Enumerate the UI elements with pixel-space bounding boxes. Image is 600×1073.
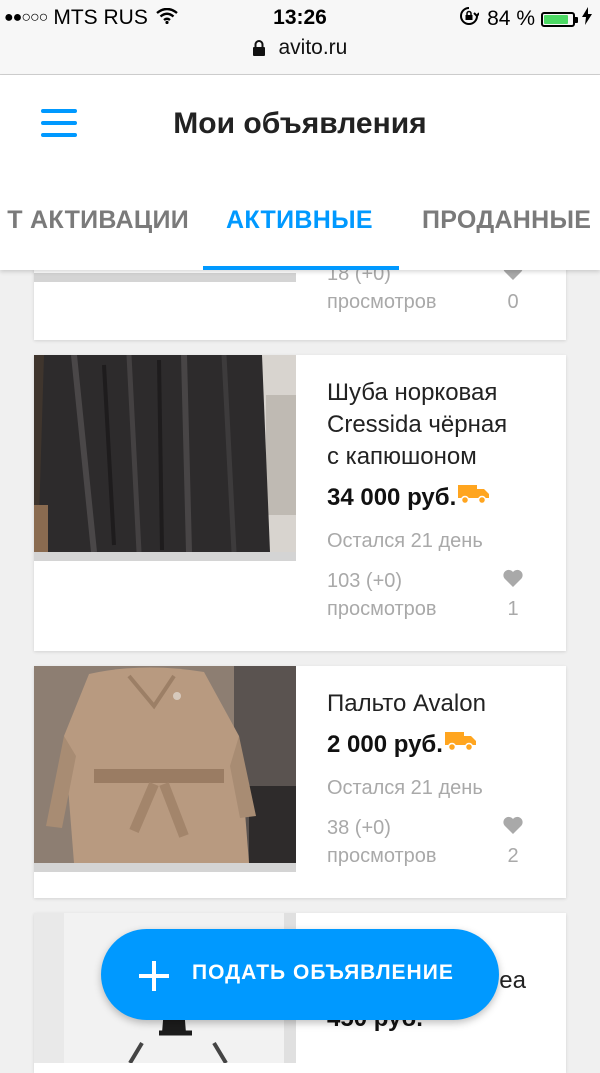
status-right: 84 % [459, 6, 592, 32]
favorites: 2 [500, 814, 526, 870]
charging-icon [582, 7, 592, 31]
delivery-truck-icon [444, 730, 477, 759]
add-listing-button[interactable]: ПОДАТЬ ОБЪЯВЛЕНИЕ [101, 929, 499, 1020]
tab-active[interactable]: АКТИВНЫЕ [226, 206, 373, 235]
listing-title[interactable]: Пальто Avalon [327, 688, 556, 720]
listing-remaining-days: Остался 21 день [327, 777, 483, 799]
listing-stats: 38 (+0) просмотров 2 [327, 814, 556, 870]
battery-icon [541, 11, 578, 27]
favorites-count: 0 [507, 291, 519, 313]
url-text: avito.ru [278, 36, 348, 59]
listing-card[interactable]: Шуба норковая Cressida чёрная с капюшоно… [34, 355, 566, 651]
delivery-truck-icon [458, 483, 490, 512]
listing-photo[interactable] [34, 666, 296, 863]
tab-sold[interactable]: ПРОДАННЫЕ [422, 206, 591, 235]
listing-price: 2 000 руб. [327, 730, 556, 759]
battery-percent: 84 % [487, 7, 535, 30]
tab-awaiting-activation[interactable]: Т АКТИВАЦИИ [7, 206, 189, 235]
status-bar: ●●○○○ MTS RUS 13:26 84 % [0, 0, 600, 36]
heart-icon [500, 814, 526, 836]
listing-price: 34 000 руб. [327, 483, 556, 512]
heart-icon [500, 567, 526, 589]
app-header: Мои объявления Т АКТИВАЦИИ АКТИВНЫЕ ПРОД… [0, 75, 600, 270]
plus-icon [139, 961, 169, 991]
listing-photo[interactable] [34, 355, 296, 552]
listing-card[interactable]: Пальто Avalon 2 000 руб. Остался 21 день… [34, 666, 566, 898]
listing-title[interactable]: Шуба норковая Cressida чёрная с капюшоно… [327, 377, 556, 473]
favorites: 1 [500, 567, 526, 623]
listing-stats: 103 (+0) просмотров 1 [327, 567, 556, 623]
page-title: Мои объявления [173, 107, 427, 140]
favorites-count: 2 [507, 845, 519, 867]
lock-icon [252, 38, 265, 62]
favorites-count: 1 [507, 598, 519, 620]
url-bar[interactable]: avito.ru [0, 36, 600, 75]
listing-info: Шуба норковая Cressida чёрная с капюшоно… [327, 377, 556, 623]
add-listing-label: ПОДАТЬ ОБЪЯВЛЕНИЕ [192, 961, 454, 984]
active-tab-indicator [203, 266, 399, 270]
listing-remaining-days: Остался 21 день [327, 530, 483, 552]
rotation-lock-icon [459, 6, 480, 32]
listing-info: Пальто Avalon 2 000 руб. Остался 21 день… [327, 688, 556, 870]
tab-bar: Т АКТИВАЦИИ АКТИВНЫЕ ПРОДАННЫЕ [0, 203, 600, 270]
